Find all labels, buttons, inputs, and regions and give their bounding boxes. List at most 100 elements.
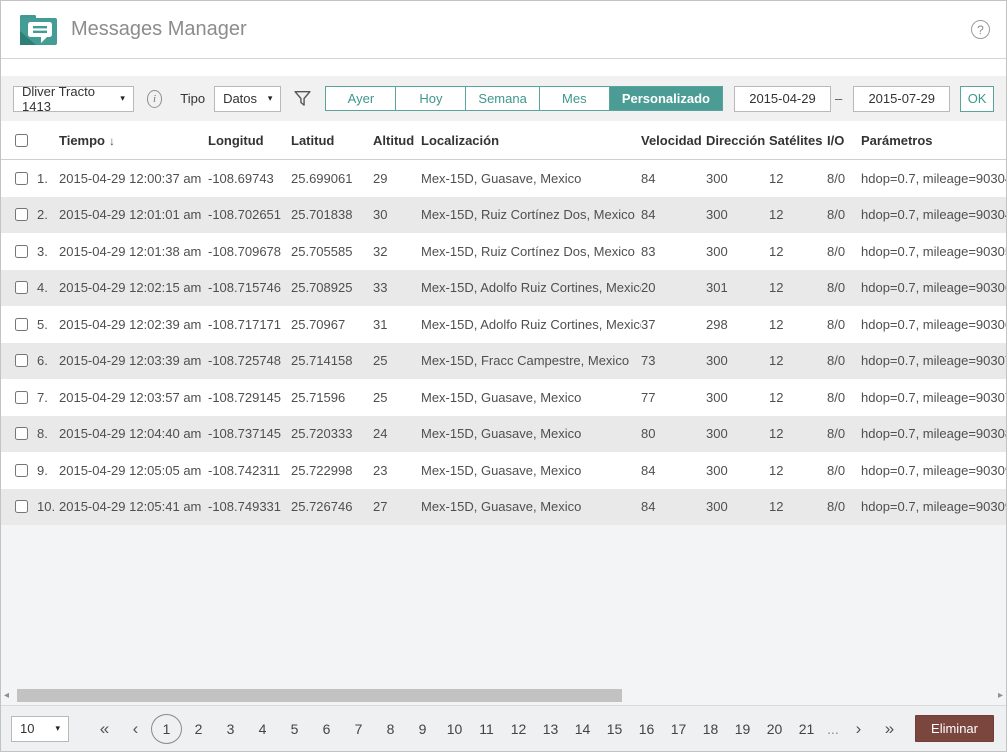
- horizontal-scrollbar[interactable]: ◂ ▸: [1, 687, 1006, 705]
- cell-satelites: 12: [769, 390, 827, 405]
- col-io[interactable]: I/O: [827, 133, 861, 148]
- info-icon[interactable]: i: [147, 90, 162, 108]
- cell-velocidad: 84: [641, 171, 706, 186]
- page-number[interactable]: 11: [471, 714, 502, 744]
- page-size-select[interactable]: 10 ▾: [11, 716, 69, 742]
- row-checkbox[interactable]: [15, 172, 28, 185]
- table-row[interactable]: 10. 2015-04-29 12:05:41 am -108.749331 2…: [1, 489, 1006, 526]
- row-checkbox[interactable]: [15, 391, 28, 404]
- row-checkbox[interactable]: [15, 245, 28, 258]
- range-button[interactable]: Ayer: [325, 86, 396, 111]
- table-row[interactable]: 6. 2015-04-29 12:03:39 am -108.725748 25…: [1, 343, 1006, 380]
- cell-parametros: hdop=0.7, mileage=90309: [861, 499, 1006, 514]
- row-checkbox[interactable]: [15, 318, 28, 331]
- col-velocidad[interactable]: Velocidad: [641, 133, 706, 148]
- page-number[interactable]: 16: [631, 714, 662, 744]
- page-number[interactable]: 15: [599, 714, 630, 744]
- scrollbar-thumb[interactable]: [17, 689, 622, 702]
- type-select[interactable]: Datos ▾: [214, 86, 281, 112]
- row-checkbox[interactable]: [15, 427, 28, 440]
- page-number[interactable]: 7: [343, 714, 374, 744]
- cell-io: 8/0: [827, 463, 861, 478]
- table-row[interactable]: 7. 2015-04-29 12:03:57 am -108.729145 25…: [1, 379, 1006, 416]
- cell-parametros: hdop=0.7, mileage=90309: [861, 463, 1006, 478]
- filter-funnel-icon[interactable]: [293, 89, 312, 108]
- date-to-input[interactable]: [853, 86, 950, 112]
- delete-button[interactable]: Eliminar: [915, 715, 994, 742]
- cell-io: 8/0: [827, 499, 861, 514]
- cell-latitud: 25.722998: [291, 463, 373, 478]
- row-checkbox[interactable]: [15, 500, 28, 513]
- date-from-input[interactable]: [734, 86, 831, 112]
- scroll-left-icon[interactable]: ◂: [4, 690, 9, 702]
- first-page-button[interactable]: «: [89, 714, 120, 744]
- cell-latitud: 25.70967: [291, 317, 373, 332]
- table-row[interactable]: 9. 2015-04-29 12:05:05 am -108.742311 25…: [1, 452, 1006, 489]
- page-number[interactable]: 14: [567, 714, 598, 744]
- range-button[interactable]: Hoy: [395, 86, 466, 111]
- page-number[interactable]: 3: [215, 714, 246, 744]
- next-page-button[interactable]: ›: [843, 714, 874, 744]
- page-number[interactable]: 1: [151, 714, 182, 744]
- page-number[interactable]: 4: [247, 714, 278, 744]
- table-row[interactable]: 4. 2015-04-29 12:02:15 am -108.715746 25…: [1, 270, 1006, 307]
- cell-velocidad: 80: [641, 426, 706, 441]
- page-number[interactable]: 12: [503, 714, 534, 744]
- cell-localizacion: Mex-15D, Guasave, Mexico: [421, 390, 641, 405]
- row-checkbox-cell: [1, 354, 37, 367]
- page-number[interactable]: 10: [439, 714, 470, 744]
- col-longitud[interactable]: Longitud: [208, 133, 291, 148]
- cell-longitud: -108.69743: [208, 171, 291, 186]
- cell-altitud: 23: [373, 463, 421, 478]
- col-tiempo[interactable]: Tiempo↓: [59, 133, 208, 148]
- cell-tiempo: 2015-04-29 12:04:40 am: [59, 426, 208, 441]
- cell-direccion: 300: [706, 426, 769, 441]
- page-number[interactable]: 17: [663, 714, 694, 744]
- cell-longitud: -108.737145: [208, 426, 291, 441]
- page-number[interactable]: 18: [695, 714, 726, 744]
- last-page-button[interactable]: »: [874, 714, 905, 744]
- col-direccion[interactable]: Dirección: [706, 133, 769, 148]
- row-checkbox[interactable]: [15, 208, 28, 221]
- range-button[interactable]: Mes: [539, 86, 610, 111]
- page-number[interactable]: 20: [759, 714, 790, 744]
- page-number[interactable]: 13: [535, 714, 566, 744]
- col-parametros[interactable]: Parámetros: [861, 133, 1006, 148]
- page-number[interactable]: 8: [375, 714, 406, 744]
- range-button[interactable]: Semana: [465, 86, 539, 111]
- page-number[interactable]: 5: [279, 714, 310, 744]
- prev-page-button[interactable]: ‹: [120, 714, 151, 744]
- page-number[interactable]: 2: [183, 714, 214, 744]
- col-altitud[interactable]: Altitud: [373, 133, 421, 148]
- cell-velocidad: 83: [641, 244, 706, 259]
- page-number[interactable]: 6: [311, 714, 342, 744]
- col-satelites[interactable]: Satélites: [769, 133, 827, 148]
- page-number[interactable]: 21: [791, 714, 822, 744]
- page-number[interactable]: 19: [727, 714, 758, 744]
- cell-tiempo: 2015-04-29 12:01:38 am: [59, 244, 208, 259]
- cell-localizacion: Mex-15D, Guasave, Mexico: [421, 499, 641, 514]
- col-latitud[interactable]: Latitud: [291, 133, 373, 148]
- table-row[interactable]: 2. 2015-04-29 12:01:01 am -108.702651 25…: [1, 197, 1006, 234]
- cell-latitud: 25.705585: [291, 244, 373, 259]
- cell-localizacion: Mex-15D, Adolfo Ruiz Cortines, Mexico: [421, 280, 641, 295]
- table-row[interactable]: 3. 2015-04-29 12:01:38 am -108.709678 25…: [1, 233, 1006, 270]
- row-checkbox[interactable]: [15, 354, 28, 367]
- help-icon[interactable]: ?: [971, 20, 990, 39]
- row-number: 6.: [37, 353, 59, 368]
- row-checkbox[interactable]: [15, 464, 28, 477]
- table-row[interactable]: 1. 2015-04-29 12:00:37 am -108.69743 25.…: [1, 160, 1006, 197]
- select-all-checkbox[interactable]: [15, 134, 28, 147]
- scroll-right-icon[interactable]: ▸: [998, 690, 1003, 702]
- cell-altitud: 33: [373, 280, 421, 295]
- device-select[interactable]: Dliver Tracto 1413 ▾: [13, 86, 134, 112]
- table-row[interactable]: 5. 2015-04-29 12:02:39 am -108.717171 25…: [1, 306, 1006, 343]
- page-number[interactable]: 9: [407, 714, 438, 744]
- range-button[interactable]: Personalizado: [609, 86, 723, 111]
- row-checkbox[interactable]: [15, 281, 28, 294]
- col-localizacion[interactable]: Localización: [421, 133, 641, 148]
- cell-satelites: 12: [769, 426, 827, 441]
- table-row[interactable]: 8. 2015-04-29 12:04:40 am -108.737145 25…: [1, 416, 1006, 453]
- ok-button[interactable]: OK: [960, 86, 994, 112]
- cell-tiempo: 2015-04-29 12:03:39 am: [59, 353, 208, 368]
